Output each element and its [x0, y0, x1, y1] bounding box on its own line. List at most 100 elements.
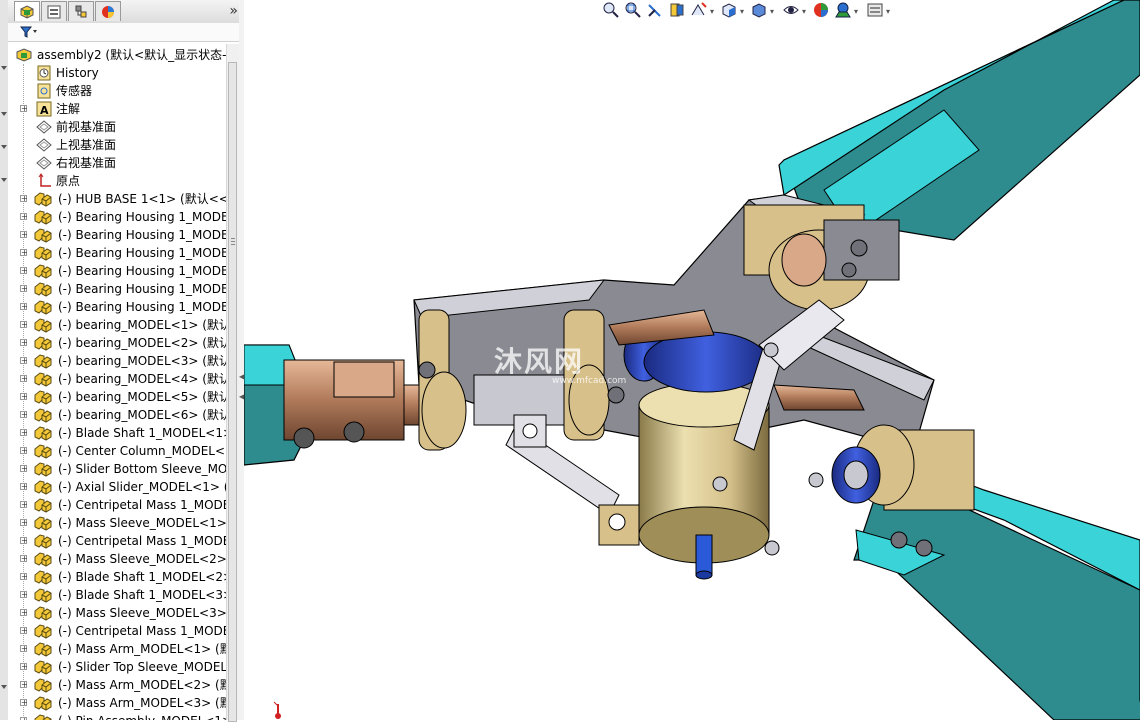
hide-show-items-icon[interactable]: [782, 1, 800, 19]
tree-item[interactable]: + (-) Centripetal Mass 1_MODE: [8, 622, 226, 640]
expand-toggle[interactable]: +: [20, 465, 28, 473]
expand-toggle[interactable]: +: [20, 483, 28, 491]
tree-item[interactable]: + (-) Mass Arm_MODEL<2> (默: [8, 676, 226, 694]
expand-toggle[interactable]: +: [20, 411, 28, 419]
configurationmanager-tab[interactable]: [68, 1, 94, 21]
tree-item[interactable]: + (-) bearing_MODEL<2> (默认: [8, 334, 226, 352]
expand-toggle[interactable]: +: [20, 501, 28, 509]
edge-arrow-icon[interactable]: [1, 66, 7, 70]
tree-item[interactable]: + (-) HUB BASE 1<1> (默认<<默: [8, 190, 226, 208]
expand-toggle[interactable]: +: [20, 537, 28, 545]
expand-toggle[interactable]: +: [20, 105, 28, 113]
expand-toggle[interactable]: +: [20, 321, 28, 329]
dropdown-caret-icon[interactable]: ▾: [740, 7, 744, 16]
dynamic-annotation-icon[interactable]: [690, 1, 708, 19]
assembly-model[interactable]: [244, 0, 1140, 720]
expand-toggle[interactable]: +: [20, 375, 28, 383]
expand-toggle[interactable]: +: [20, 645, 28, 653]
tree-item[interactable]: + (-) Mass Sleeve_MODEL<1>: [8, 514, 226, 532]
tree-item[interactable]: + (-) Slider Bottom Sleeve_MO: [8, 460, 226, 478]
tree-item[interactable]: + (-) Axial Slider_MODEL<1> (: [8, 478, 226, 496]
tree-item[interactable]: +(-) Pin Assembly_MODEL<1>: [8, 712, 226, 720]
expand-toggle[interactable]: +: [20, 213, 28, 221]
expand-toggle[interactable]: +: [20, 195, 28, 203]
expand-toggle[interactable]: +: [20, 699, 28, 707]
graphics-area[interactable]: 沐风网 www.mfcad.com ▾ ▾ ▾ ▾ ▾ ▾: [244, 0, 1140, 720]
tree-item[interactable]: + (-) Slider Top Sleeve_MODEL: [8, 658, 226, 676]
tree-item[interactable]: + (-) Center Column_MODEL<1: [8, 442, 226, 460]
tree-root-assembly[interactable]: assembly2 (默认<默认_显示状态-: [8, 46, 226, 64]
tree-item[interactable]: 前视基准面: [8, 118, 226, 136]
dropdown-caret-icon[interactable]: ▾: [802, 7, 806, 16]
collapse-panel-button[interactable]: »: [229, 3, 237, 19]
tree-item[interactable]: History: [8, 64, 226, 82]
expand-toggle[interactable]: +: [20, 663, 28, 671]
tree-item[interactable]: + (-) Mass Sleeve_MODEL<3>: [8, 604, 226, 622]
expand-toggle[interactable]: +: [20, 609, 28, 617]
edge-arrow-icon[interactable]: [1, 112, 7, 116]
filter-icon[interactable]: [19, 26, 38, 41]
tree-item[interactable]: + (-) Centripetal Mass 1_MODE: [8, 532, 226, 550]
expand-toggle[interactable]: +: [20, 429, 28, 437]
dropdown-caret-icon[interactable]: ▾: [886, 7, 890, 16]
tree-item[interactable]: + (-) Blade Shaft 1_MODEL<3>: [8, 586, 226, 604]
tree-item[interactable]: 传感器: [8, 82, 226, 100]
view-settings-icon[interactable]: [866, 1, 884, 19]
apply-scene-icon[interactable]: [834, 1, 852, 19]
previous-view-icon[interactable]: [646, 1, 664, 19]
tree-scrollbar[interactable]: [226, 44, 239, 722]
display-style-icon[interactable]: [750, 1, 768, 19]
tree-item[interactable]: + (-) Centripetal Mass 1_MODE: [8, 496, 226, 514]
tree-item[interactable]: + (-) Mass Arm_MODEL<3> (默: [8, 694, 226, 712]
expand-toggle[interactable]: +: [20, 249, 28, 257]
featuremanager-tab[interactable]: [14, 1, 40, 21]
scrollbar-thumb[interactable]: [228, 62, 237, 722]
expand-toggle[interactable]: +: [20, 591, 28, 599]
center-column[interactable]: [638, 331, 770, 580]
edge-arrow-icon[interactable]: [1, 178, 7, 182]
expand-toggle[interactable]: +: [20, 519, 28, 527]
dropdown-caret-icon[interactable]: ▾: [854, 7, 858, 16]
tree-item[interactable]: 右视基准面: [8, 154, 226, 172]
tree-item[interactable]: + (-) Mass Arm_MODEL<1> (默: [8, 640, 226, 658]
tree-item[interactable]: + (-) Bearing Housing 1_MODEL: [8, 244, 226, 262]
expand-toggle[interactable]: +: [20, 285, 28, 293]
tree-item[interactable]: + (-) bearing_MODEL<3> (默认: [8, 352, 226, 370]
zoom-to-fit-icon[interactable]: [602, 1, 620, 19]
tree-item[interactable]: + (-) bearing_MODEL<4> (默认: [8, 370, 226, 388]
dropdown-caret-icon[interactable]: ▾: [710, 7, 714, 16]
zoom-to-area-icon[interactable]: [624, 1, 642, 19]
tree-item[interactable]: + (-) Bearing Housing 1_MODEL: [8, 262, 226, 280]
edit-appearance-icon[interactable]: [812, 1, 830, 19]
tree-item[interactable]: + (-) bearing_MODEL<5> (默认: [8, 388, 226, 406]
expand-toggle[interactable]: +: [20, 447, 28, 455]
edge-arrow-icon[interactable]: [1, 685, 7, 689]
tree-item[interactable]: + (-) Blade Shaft 1_MODEL<1>: [8, 424, 226, 442]
propertymanager-tab[interactable]: [41, 1, 67, 21]
edge-arrow-icon[interactable]: [1, 145, 7, 149]
tree-item[interactable]: + (-) bearing_MODEL<6> (默认: [8, 406, 226, 424]
expand-toggle[interactable]: +: [20, 357, 28, 365]
expand-toggle[interactable]: +: [20, 681, 28, 689]
view-orientation-icon[interactable]: [720, 1, 738, 19]
expand-toggle[interactable]: +: [20, 573, 28, 581]
expand-toggle[interactable]: +: [20, 555, 28, 563]
tree-item[interactable]: + (-) Bearing Housing 1_MODEL: [8, 208, 226, 226]
expand-toggle[interactable]: +: [20, 627, 28, 635]
tree-item[interactable]: + (-) Mass Sleeve_MODEL<2>: [8, 550, 226, 568]
expand-toggle[interactable]: +: [20, 231, 28, 239]
tree-item[interactable]: + (-) Bearing Housing 1_MODEL: [8, 298, 226, 316]
expand-toggle[interactable]: +: [20, 267, 28, 275]
tree-item[interactable]: + (-) Bearing Housing 1_MODEL: [8, 226, 226, 244]
tree-item[interactable]: 原点: [8, 172, 226, 190]
expand-toggle[interactable]: +: [20, 339, 28, 347]
tree-item[interactable]: + A 注解: [8, 100, 226, 118]
tree-item[interactable]: + (-) bearing_MODEL<1> (默认: [8, 316, 226, 334]
tree-item[interactable]: 上视基准面: [8, 136, 226, 154]
tree-item[interactable]: + (-) Blade Shaft 1_MODEL<2>: [8, 568, 226, 586]
expand-toggle[interactable]: +: [20, 303, 28, 311]
expand-toggle[interactable]: +: [20, 393, 28, 401]
appearance-tab[interactable]: [95, 1, 121, 21]
dropdown-caret-icon[interactable]: ▾: [770, 7, 774, 16]
tree-item[interactable]: + (-) Bearing Housing 1_MODEL: [8, 280, 226, 298]
